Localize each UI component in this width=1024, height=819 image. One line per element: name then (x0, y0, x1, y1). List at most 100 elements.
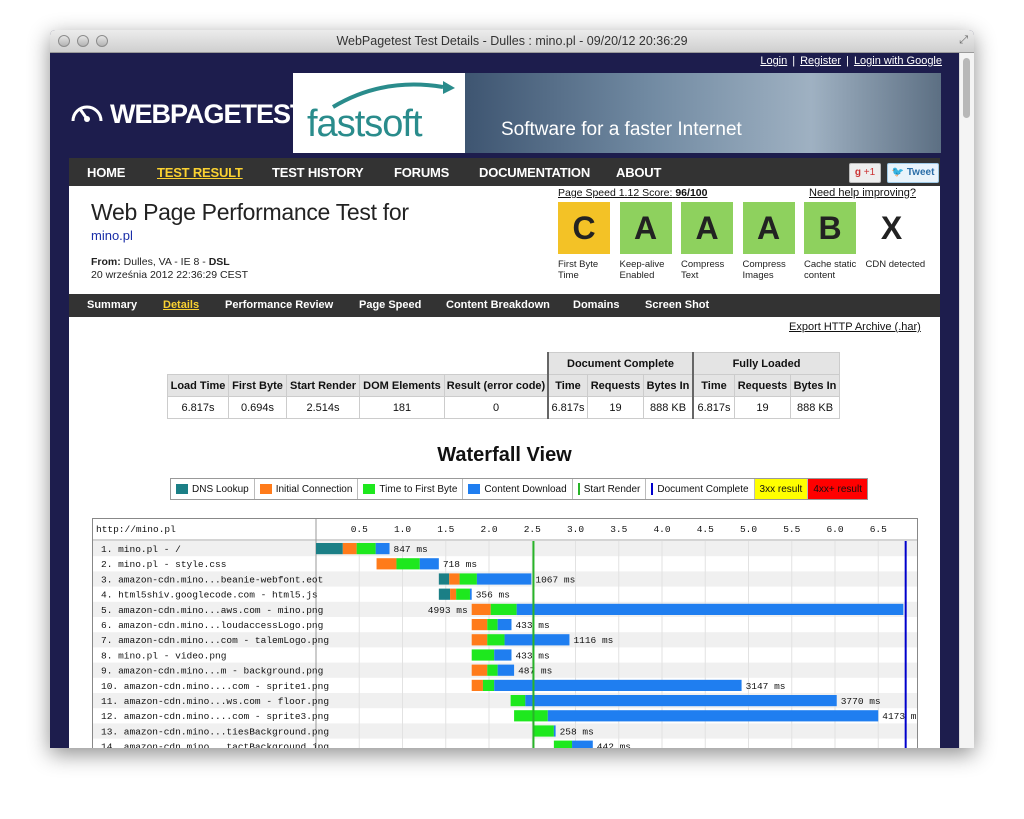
fastsoft-banner-ad[interactable]: fastsoft Software for a faster Internet (293, 73, 941, 153)
speedometer-icon (71, 105, 103, 122)
bar-segment-conn (342, 543, 357, 555)
request-label: 7. amazon-cdn.mino...com - talemLogo.png (101, 635, 329, 646)
tweet-button[interactable]: 🐦 Tweet (887, 163, 939, 183)
bar-segment-dl (494, 679, 742, 691)
tab-summary[interactable]: Summary (87, 299, 137, 311)
nav-home[interactable]: HOME (87, 165, 125, 180)
nav-forums[interactable]: FORUMS (394, 165, 449, 180)
help-improving-link[interactable]: Need help improving? (809, 187, 916, 199)
waterfall-page-url: http://mino.pl (96, 524, 176, 535)
grade-box[interactable]: B (804, 202, 856, 254)
col-full-time: Time (692, 374, 735, 397)
bar-segment-ttfb (514, 710, 548, 722)
request-duration: 442 ms (597, 742, 631, 748)
export-har-link[interactable]: Export HTTP Archive (.har) (789, 321, 921, 333)
col-full-bytes: Bytes In (790, 374, 840, 397)
legend-label: Content Download (484, 483, 567, 495)
col-doc-bytes: Bytes In (643, 374, 694, 397)
summary-header-row: Load Time First Byte Start Render DOM El… (167, 374, 840, 397)
google-plus-button[interactable]: g +1 (849, 163, 881, 183)
tab-content-breakdown[interactable]: Content Breakdown (446, 299, 550, 311)
tab-details[interactable]: Details (163, 299, 199, 311)
request-duration: 3147 ms (746, 681, 786, 692)
tab-domains[interactable]: Domains (573, 299, 619, 311)
col-result: Result (error code) (444, 374, 549, 397)
request-label: 11. amazon-cdn.mino...ws.com - floor.png (101, 696, 329, 707)
grade-box[interactable]: X (865, 202, 918, 254)
grade-box[interactable]: A (681, 202, 733, 254)
logo-text: WEBPAGETEST (110, 99, 307, 129)
grade-label: CDN detected (865, 259, 926, 270)
bar-segment-dl (572, 740, 593, 748)
legend-item: DNS Lookup (171, 479, 255, 499)
tab-screen-shot[interactable]: Screen Shot (645, 299, 709, 311)
tab-page-speed[interactable]: Page Speed (359, 299, 421, 311)
request-label: 14. amazon-cdn.mino...tactBackground.jpg (101, 742, 329, 748)
login-google-link[interactable]: Login with Google (854, 55, 942, 67)
tick-label: 4.0 (653, 524, 670, 535)
page-content: Web Page Performance Test for mino.pl Fr… (69, 186, 940, 748)
value-full-time: 6.817s (692, 396, 735, 419)
vertical-scrollbar[interactable] (959, 53, 974, 748)
bar-segment-dns (438, 573, 450, 585)
bar-segment-ttfb (456, 588, 470, 600)
bar-segment-dl (504, 634, 570, 646)
summary-spacer (168, 353, 549, 375)
grade-box[interactable]: A (619, 202, 672, 254)
bar-segment-dl (547, 710, 879, 722)
legend-line (577, 483, 580, 495)
link-separator: | (846, 55, 849, 67)
tab-performance-review[interactable]: Performance Review (225, 299, 333, 311)
value-doc-time: 6.817s (547, 396, 588, 419)
register-link[interactable]: Register (800, 55, 841, 67)
bar-segment-conn (471, 619, 488, 631)
window-title: WebPagetest Test Details - Dulles : mino… (336, 34, 688, 48)
bar-segment-ttfb (533, 725, 554, 737)
browser-window: WebPagetest Test Details - Dulles : mino… (50, 30, 974, 748)
request-label: 1. mino.pl - / (101, 544, 181, 555)
row-stripe (93, 541, 917, 557)
legend-label: 3xx result (759, 483, 803, 495)
value-doc-bytes: 888 KB (643, 396, 694, 419)
page-title: Web Page Performance Test for (91, 199, 409, 225)
nav-test-history[interactable]: TEST HISTORY (272, 165, 364, 180)
grade-label: Compress Text (681, 259, 725, 281)
bar-segment-ttfb (487, 619, 498, 631)
scroll-thumb[interactable] (963, 58, 970, 118)
result-subnav: Summary Details Performance Review Page … (69, 294, 940, 317)
bar-segment-ttfb (471, 649, 495, 661)
test-meta: From: Dulles, VA - IE 8 - DSL 20 wrześni… (91, 256, 248, 282)
value-first-byte: 0.694s (228, 396, 287, 419)
page-speed-score-link[interactable]: Page Speed 1.12 Score: 96/100 (558, 187, 707, 199)
legend-label: Time to First Byte (379, 483, 458, 495)
fullscreen-icon[interactable]: ⤢ (959, 34, 968, 47)
bar-segment-dl (494, 649, 512, 661)
nav-documentation[interactable]: DOCUMENTATION (479, 165, 590, 180)
login-link[interactable]: Login (760, 55, 787, 67)
value-result: 0 (444, 396, 549, 419)
bar-segment-dl (497, 619, 512, 631)
title-bar: WebPagetest Test Details - Dulles : mino… (50, 30, 974, 53)
bar-segment-ttfb (510, 695, 526, 707)
request-label: 8. mino.pl - video.png (101, 650, 226, 661)
bar-segment-dns (316, 543, 343, 555)
col-doc-requests: Requests (587, 374, 644, 397)
waterfall-legend: DNS Lookup Initial Connection Time to Firs… (170, 478, 868, 500)
webpagetest-logo[interactable]: WEBPAGETEST (70, 97, 307, 130)
bar-segment-ttfb (490, 603, 517, 615)
nav-about[interactable]: ABOUT (616, 165, 661, 180)
tested-url-link[interactable]: mino.pl (91, 228, 133, 243)
col-full-requests: Requests (734, 374, 791, 397)
nav-test-result[interactable]: TEST RESULT (157, 165, 243, 180)
request-duration: 847 ms (394, 544, 428, 555)
grade-box[interactable]: C (558, 202, 610, 254)
request-duration: 487 ms (518, 666, 552, 677)
bar-segment-ttfb (553, 740, 573, 748)
main-nav: HOME TEST RESULT TEST HISTORY FORUMS DOC… (69, 158, 940, 186)
bar-segment-dl (375, 543, 390, 555)
legend-item: Document Complete (646, 479, 755, 499)
tick-label: 3.5 (610, 524, 627, 535)
legend-label: Document Complete (657, 483, 749, 495)
col-start-render: Start Render (286, 374, 360, 397)
grade-box[interactable]: A (742, 202, 795, 254)
